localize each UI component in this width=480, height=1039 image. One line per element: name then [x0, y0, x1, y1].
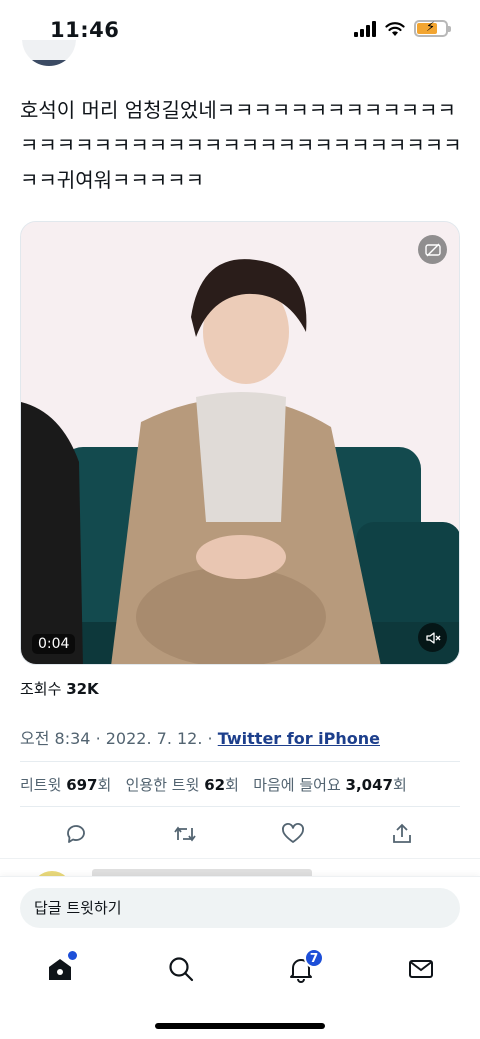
views-value: 32K: [66, 680, 99, 698]
like-button[interactable]: [279, 818, 307, 850]
view-count: 조회수 32K: [20, 678, 99, 699]
reply-icon: [67, 825, 85, 843]
home-new-dot: [68, 951, 77, 960]
status-icons: ⚡: [354, 20, 451, 37]
video-frame: [21, 222, 459, 664]
tweet-timestamp: 오전 8:34 · 2022. 7. 12. · Twitter for iPh…: [20, 725, 380, 749]
video-duration: 0:04: [32, 634, 76, 654]
retweet-button[interactable]: [171, 818, 199, 850]
mute-button[interactable]: [418, 623, 447, 652]
retweets-label: 리트윗: [20, 776, 62, 794]
tweet-time: 오전 8:34: [20, 729, 91, 748]
retweets-stat[interactable]: 리트윗 697회: [20, 776, 111, 794]
share-button[interactable]: [388, 818, 416, 850]
battery-icon: ⚡: [414, 20, 451, 37]
likes-label: 마음에 들어요: [253, 776, 341, 794]
tweet-source-link[interactable]: Twitter for iPhone: [218, 729, 380, 748]
tab-messages[interactable]: [401, 949, 441, 989]
tweet-date: 2022. 7. 12.: [105, 729, 203, 748]
retweets-count: 697: [66, 776, 98, 794]
divider: [20, 761, 460, 762]
likes-unit: 회: [393, 776, 407, 794]
reply-input[interactable]: 답글 트윗하기: [20, 888, 460, 928]
tab-notifications[interactable]: 7: [281, 948, 324, 989]
retweets-unit: 회: [97, 776, 112, 794]
tweet-stats: 리트윗 697회 인용한 트윗 62회 마음에 들어요 3,047회: [20, 774, 407, 795]
search-icon: [169, 957, 194, 982]
captions-off-icon: [424, 243, 441, 256]
tweet-video[interactable]: 0:04: [20, 221, 460, 665]
notifications-badge: 7: [304, 948, 324, 968]
divider: [20, 806, 460, 807]
likes-stat[interactable]: 마음에 들어요 3,047회: [253, 776, 407, 794]
heart-icon: [282, 823, 305, 843]
share-icon: [393, 823, 411, 843]
signal-icon: [354, 20, 376, 37]
reply-button[interactable]: [62, 818, 90, 850]
separator: ·: [207, 729, 213, 748]
quotes-unit: 회: [225, 776, 239, 794]
quotes-count: 62: [204, 776, 226, 794]
captions-button[interactable]: [418, 235, 447, 264]
home-indicator: [155, 1023, 325, 1029]
retweet-icon: [173, 826, 196, 842]
separator: ·: [95, 729, 101, 748]
muted-speaker-icon: [425, 631, 440, 644]
tweet-text: 호석이 머리 엄청길었네ㅋㅋㅋㅋㅋㅋㅋㅋㅋㅋㅋㅋㅋㅋㅋㅋㅋㅋㅋㅋㅋㅋㅋㅋㅋㅋㅋㅋ…: [20, 98, 462, 192]
wifi-icon: [385, 21, 405, 36]
views-label: 조회수: [20, 680, 62, 698]
tab-search[interactable]: [161, 949, 201, 989]
status-bar: 11:46 ⚡: [0, 0, 480, 60]
quotes-label: 인용한 트윗: [125, 776, 200, 794]
mail-icon: [409, 960, 433, 978]
tweet-actions: [20, 818, 460, 850]
tab-home[interactable]: [40, 949, 80, 989]
bottom-panel: 답글 트윗하기 7: [0, 876, 480, 1039]
tab-bar: 7: [0, 948, 480, 989]
quotes-stat[interactable]: 인용한 트윗 62회: [126, 776, 239, 794]
status-time: 11:46: [50, 18, 120, 42]
likes-count: 3,047: [345, 776, 393, 794]
